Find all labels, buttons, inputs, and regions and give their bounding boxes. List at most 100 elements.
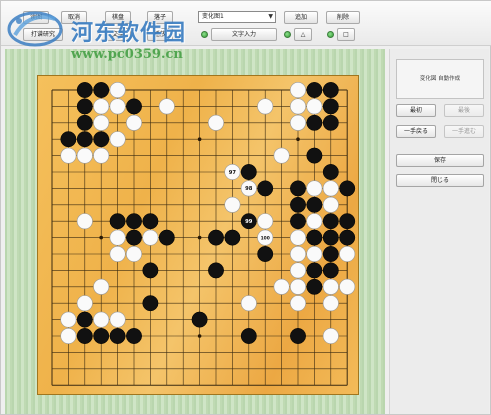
- white-stone: [109, 311, 126, 328]
- go-board-grid[interactable]: 97 98 99 100: [38, 76, 360, 396]
- square-mark-button[interactable]: □: [337, 28, 355, 41]
- variation-select-value: 变化图1: [202, 13, 224, 20]
- black-stone: [208, 262, 224, 279]
- black-stone: [240, 328, 257, 344]
- black-stone: [76, 98, 93, 115]
- black-stone: [60, 131, 77, 148]
- black-stone: [93, 82, 110, 98]
- star-point: [197, 334, 202, 338]
- previous-move-button[interactable]: 一手戻る: [396, 125, 436, 138]
- black-stone: [306, 262, 323, 279]
- black-stone: [322, 114, 339, 131]
- black-stone: [290, 180, 306, 197]
- black-stone: [191, 311, 208, 328]
- delete-button[interactable]: 削除: [326, 11, 360, 24]
- go-board[interactable]: 97 98 99 100: [37, 75, 359, 395]
- move-number-label: 98: [245, 186, 253, 192]
- mark-radio-icon[interactable]: [284, 31, 291, 38]
- white-stone: [93, 98, 110, 115]
- black-stone: [126, 328, 142, 344]
- white-stone: [257, 98, 274, 115]
- black-stone: [76, 328, 93, 344]
- black-stone: [290, 196, 306, 213]
- white-stone: [289, 295, 307, 312]
- white-stone: [158, 98, 175, 115]
- black-stone: [322, 98, 339, 115]
- white-stone: [125, 245, 143, 263]
- black-stone: [142, 213, 159, 230]
- white-stone: [289, 81, 307, 99]
- white-stone: [93, 114, 110, 131]
- white-stone: [289, 262, 307, 279]
- black-stone: [93, 131, 110, 148]
- last-move-button[interactable]: 最後: [444, 104, 484, 117]
- watermark-title: 河东软件园: [71, 20, 187, 46]
- white-stone: [240, 295, 257, 312]
- white-stone: [289, 245, 307, 263]
- white-stone: [322, 295, 339, 312]
- black-stone: [322, 262, 339, 279]
- text-radio-icon[interactable]: [201, 31, 208, 38]
- black-stone: [306, 147, 323, 164]
- triangle-mark-button[interactable]: △: [294, 28, 312, 41]
- black-stone: [126, 98, 142, 115]
- black-stone: [126, 229, 142, 246]
- move-number-label: 97: [229, 170, 237, 176]
- close-button[interactable]: 閉じる: [396, 174, 484, 187]
- black-stone: [322, 246, 339, 262]
- star-point: [99, 235, 103, 240]
- white-stone: [109, 245, 126, 263]
- app-window: 读图 取消 棋盘 落子 打谱研究 交手 播放 变化图1 ▼ 追加 削除 文字入力…: [0, 0, 491, 415]
- square-radio-icon[interactable]: [327, 31, 334, 38]
- variation-info-box: 変化図 自動作成: [396, 59, 484, 99]
- black-stone: [306, 196, 323, 213]
- add-button[interactable]: 追加: [284, 11, 318, 24]
- next-move-button[interactable]: 一手進む: [444, 125, 484, 138]
- white-stone: [60, 311, 77, 328]
- white-stone: [289, 114, 307, 131]
- white-stone: [322, 278, 339, 295]
- white-stone: [76, 295, 93, 312]
- black-stone: [306, 114, 323, 131]
- white-stone: [306, 98, 323, 115]
- black-stone: [290, 328, 306, 344]
- white-stone: [109, 98, 126, 115]
- white-stone: [93, 311, 110, 328]
- black-stone: [93, 328, 110, 344]
- black-stone: [109, 213, 126, 230]
- white-stone: [289, 229, 307, 246]
- white-stone: [306, 245, 323, 263]
- black-stone: [76, 311, 93, 328]
- black-stone: [76, 114, 93, 131]
- right-panel: 変化図 自動作成 最初 最後 一手戻る 一手進む 保存 閉じる: [389, 49, 489, 414]
- text-input-button[interactable]: 文字入力: [211, 28, 277, 41]
- white-stone: [339, 278, 356, 295]
- black-stone: [224, 229, 241, 246]
- white-stone: [109, 131, 126, 148]
- black-stone: [257, 246, 274, 262]
- white-stone: [76, 213, 93, 230]
- white-stone: [109, 229, 126, 246]
- black-stone: [322, 164, 339, 180]
- white-stone: [322, 180, 339, 197]
- black-stone: [322, 82, 339, 98]
- first-move-button[interactable]: 最初: [396, 104, 436, 117]
- black-stone: [109, 328, 126, 344]
- variation-select[interactable]: 变化图1 ▼: [198, 11, 276, 23]
- move-number-label: 100: [261, 235, 270, 241]
- chevron-down-icon: ▼: [268, 13, 273, 20]
- black-stone: [240, 164, 257, 180]
- save-button[interactable]: 保存: [396, 154, 484, 167]
- logo-icon: [7, 11, 63, 47]
- black-stone: [158, 229, 175, 246]
- black-stone: [257, 180, 274, 197]
- white-stone: [224, 196, 241, 213]
- black-stone: [142, 262, 159, 279]
- white-stone: [273, 278, 290, 295]
- white-stone: [60, 147, 77, 164]
- black-stone: [306, 278, 323, 295]
- black-stone: [339, 180, 356, 197]
- white-stone: [339, 245, 356, 263]
- black-stone: [306, 229, 323, 246]
- star-point: [197, 235, 202, 240]
